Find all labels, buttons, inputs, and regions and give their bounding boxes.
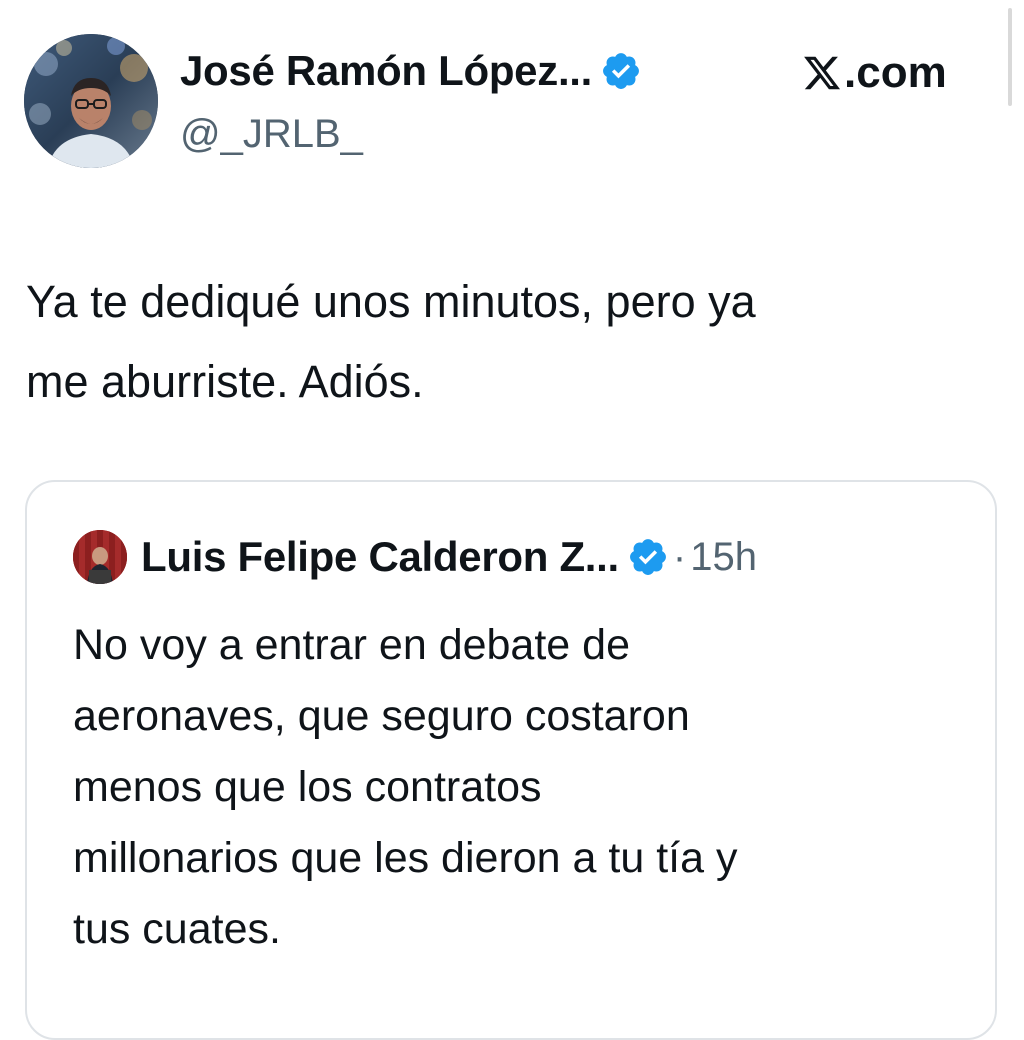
quoted-tweet-text: No voy a entrar en debate de aeronaves, …: [73, 621, 738, 953]
verified-badge-icon: [600, 50, 642, 92]
quoted-tweet-header: Luis Felipe Calderon Z... · 15h: [73, 528, 757, 586]
avatar[interactable]: [24, 34, 158, 168]
tweet-text: Ya te dediqué unos minutos, pero ya me a…: [26, 276, 756, 407]
quoted-author-name[interactable]: Luis Felipe Calderon Z...: [141, 533, 619, 581]
quoted-tweet-card[interactable]: Luis Felipe Calderon Z... · 15h No voy a…: [25, 480, 997, 1040]
quoted-timestamp[interactable]: 15h: [690, 535, 757, 580]
author-name[interactable]: José Ramón López...: [180, 47, 592, 95]
author-name-row: José Ramón López...: [180, 40, 642, 102]
quoted-avatar[interactable]: [73, 530, 127, 584]
site-label[interactable]: .com: [802, 44, 947, 102]
site-domain: .com: [844, 48, 947, 97]
x-logo-icon: [802, 53, 842, 93]
scrollbar[interactable]: [1008, 8, 1012, 106]
separator-dot: ·: [672, 534, 687, 579]
verified-badge-icon: [627, 536, 669, 578]
author-handle[interactable]: @_JRLB_: [180, 112, 363, 157]
tweet-header: José Ramón López... @_JRLB_ .com: [24, 34, 1004, 174]
